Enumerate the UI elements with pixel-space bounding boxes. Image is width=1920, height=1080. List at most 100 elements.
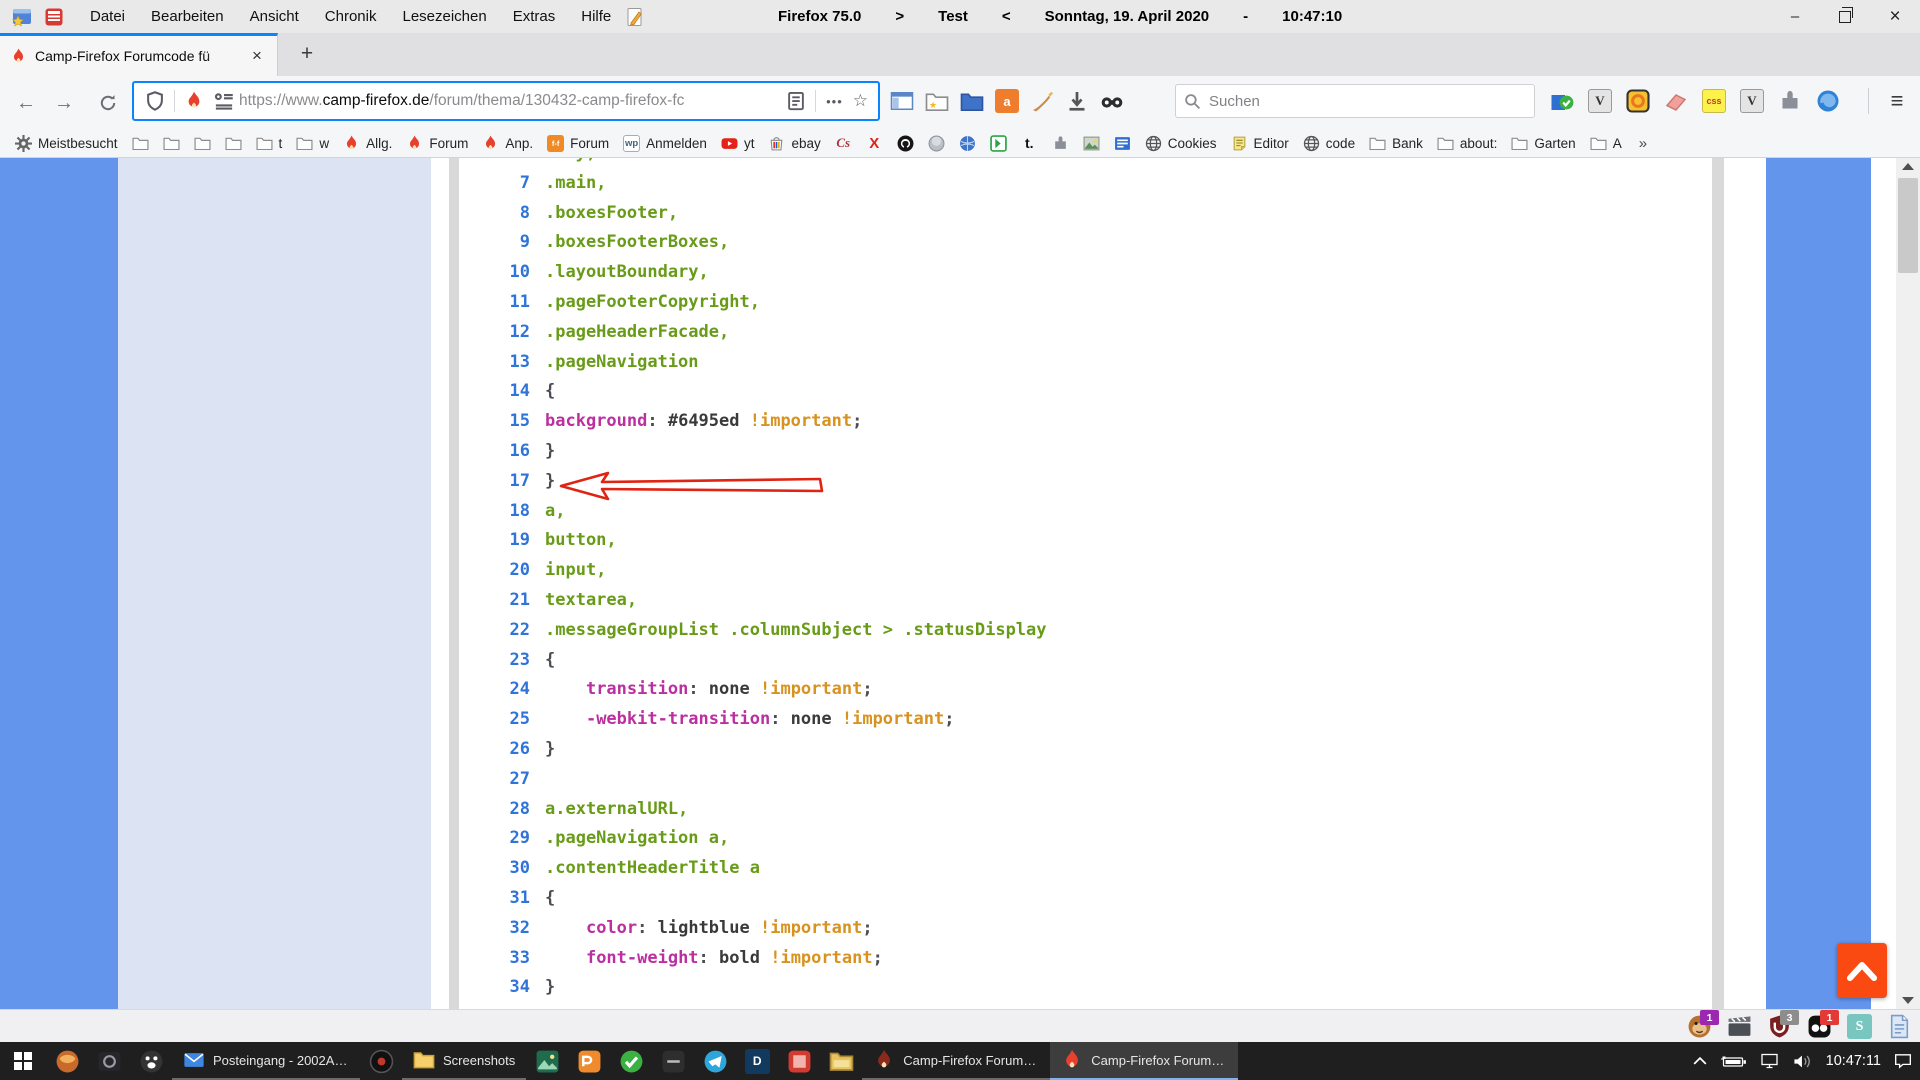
bookmark-a[interactable]: A [1583,133,1629,154]
taskbar-dark-app-icon[interactable] [652,1042,694,1080]
page-actions-button[interactable]: ••• [826,94,843,109]
speaker-icon[interactable] [1793,1054,1813,1069]
taskbar-orange-app-icon[interactable] [568,1042,610,1080]
restore-button[interactable] [1820,0,1870,33]
url-text[interactable]: https://www.camp-firefox.de/forum/thema/… [239,92,781,110]
url-bar[interactable]: https://www.camp-firefox.de/forum/thema/… [132,81,880,121]
reload-button[interactable] [92,87,124,119]
v-addon-icon[interactable]: V [1588,89,1612,113]
bookmark-w[interactable]: w [289,133,336,154]
monkey-addon-icon[interactable]: 1 [1687,1014,1712,1039]
frame-check-addon-icon[interactable] [1550,89,1574,113]
bookmark-folder[interactable] [156,133,187,154]
bookmark-xred[interactable]: X [859,133,890,154]
taskbar-media-icon[interactable] [360,1042,402,1080]
menu-hilfe[interactable]: Hilfe [581,8,611,25]
taskbar-explorer-icon[interactable] [820,1042,862,1080]
bookmark-garten[interactable]: Garten [1504,133,1582,154]
bookmark-allg-[interactable]: Allg. [336,133,399,154]
battery-icon[interactable] [1720,1055,1747,1068]
taskbar-campfirefox-window-2[interactable]: Camp-Firefox Forumc... [1050,1042,1238,1080]
bookmark-meistbesucht[interactable]: Meistbesucht [8,133,125,154]
taskbar-telegram-icon[interactable] [694,1042,736,1080]
bookmark-image[interactable] [1076,133,1107,154]
tracking-shield-icon[interactable] [145,91,165,111]
stylus-addon-icon[interactable]: S [1847,1014,1872,1039]
eyes-addon-icon[interactable]: 1 [1807,1014,1832,1039]
v2-addon-icon[interactable]: V [1740,89,1764,113]
bookmark-bars[interactable] [1107,133,1138,154]
menu-lesezeichen[interactable]: Lesezeichen [402,8,486,25]
bookmark-github[interactable] [890,133,921,154]
close-button[interactable]: × [1870,0,1920,33]
paintbrush-icon[interactable] [1030,89,1054,113]
bookmark-star-button[interactable]: ☆ [853,91,868,111]
bookmarks-folder-icon[interactable]: ★ [925,89,949,113]
orange-addon-icon[interactable]: a [995,89,1019,113]
forward-button[interactable]: → [48,87,80,119]
taskbar-app1-icon[interactable] [46,1042,88,1080]
bookmark-forum[interactable]: f-fForum [540,133,616,154]
taskbar-app3-icon[interactable] [130,1042,172,1080]
tab-camp-firefox[interactable]: Camp-Firefox Forumcode fü × [0,33,278,76]
sidebar-window-icon[interactable] [890,89,914,113]
document-addon-icon[interactable] [1887,1014,1912,1039]
scrollbar-thumb[interactable] [1898,178,1918,273]
bookmark-forum[interactable]: Forum [399,133,475,154]
bookmark-anmelden[interactable]: wpAnmelden [616,133,714,154]
eraser-addon-icon[interactable] [1664,89,1688,113]
taskbar-app2-icon[interactable] [88,1042,130,1080]
puzzle-addon-icon[interactable] [1778,89,1802,113]
scrollbar-down-arrow[interactable] [1896,992,1920,1009]
browser-scrollbar[interactable] [1896,158,1920,1009]
bookmark-folder[interactable] [218,133,249,154]
bookmark-ebay[interactable]: ebay [761,133,827,154]
translate-addon-icon[interactable] [1816,89,1840,113]
bookmark-cfs[interactable]: Cs [828,133,859,154]
action-center-icon[interactable] [1894,1053,1912,1069]
taskbar-screenshots-window[interactable]: Screenshots [402,1042,526,1080]
tab-close-icon[interactable]: × [247,46,267,66]
ublock-addon-icon[interactable]: 3 [1767,1014,1792,1039]
bookmark-cookies[interactable]: Cookies [1138,133,1224,154]
inner-scrollbar-right[interactable] [1712,158,1724,1009]
menu-extras[interactable]: Extras [513,8,556,25]
bookmark-kodi[interactable] [983,133,1014,154]
bookmark-folder[interactable] [125,133,156,154]
permissions-icon[interactable] [214,91,234,111]
download-icon[interactable] [1065,89,1089,113]
bookmark-t[interactable]: t [249,133,290,154]
menu-datei[interactable]: Datei [90,8,125,25]
taskbar-mail-window[interactable]: Posteingang - 2002An... [172,1042,360,1080]
taskbar-green-check-icon[interactable] [610,1042,652,1080]
start-button[interactable] [0,1042,46,1080]
css-addon-icon[interactable]: css [1702,89,1726,113]
search-box[interactable]: Suchen [1175,84,1535,118]
bookmark-anp-[interactable]: Anp. [475,133,540,154]
bookmark-code[interactable]: code [1296,133,1362,154]
new-tab-button[interactable]: + [292,39,322,69]
taskbar-clock[interactable]: 10:47:11 [1826,1053,1881,1069]
bookmarks-overflow-chevron[interactable]: » [1631,135,1655,152]
quickjava-addon-icon[interactable] [1626,89,1650,113]
minimize-button[interactable]: – [1770,0,1820,33]
bookmark-bank[interactable]: Bank [1362,133,1430,154]
reader-mode-icon[interactable] [786,91,806,111]
taskbar-campfirefox-window-1[interactable]: Camp-Firefox Forumc... [862,1042,1050,1080]
menu-ansicht[interactable]: Ansicht [250,8,299,25]
network-icon[interactable] [1760,1053,1780,1069]
bookmark-about-[interactable]: about: [1430,133,1505,154]
bookmark-sphere[interactable] [921,133,952,154]
menu-chronik[interactable]: Chronik [325,8,377,25]
bookmark-puzzle[interactable] [1045,133,1076,154]
bookmark-planet[interactable] [952,133,983,154]
blue-folder-icon[interactable] [960,89,984,113]
hamburger-menu-icon[interactable]: ≡ [1882,86,1912,116]
clapperboard-addon-icon[interactable] [1727,1014,1752,1039]
bookmark-editor[interactable]: Editor [1224,133,1296,154]
menu-bearbeiten[interactable]: Bearbeiten [151,8,224,25]
scrollbar-up-arrow[interactable] [1896,158,1920,175]
bookmark-tumblr[interactable]: t. [1014,133,1045,154]
back-button[interactable]: ← [10,87,42,119]
scroll-to-top-button[interactable] [1837,943,1887,998]
